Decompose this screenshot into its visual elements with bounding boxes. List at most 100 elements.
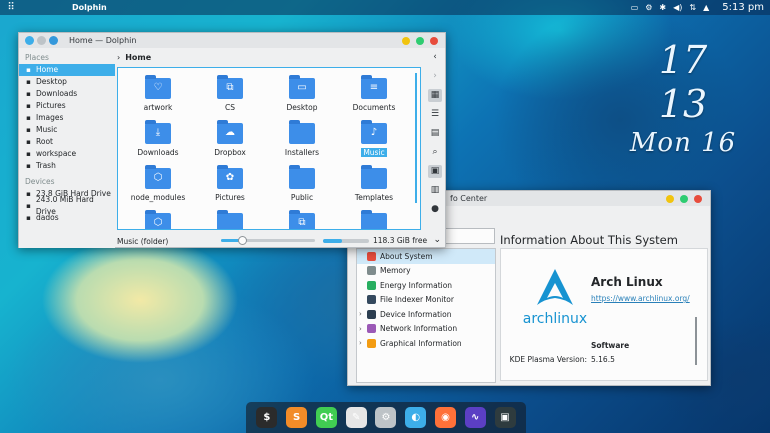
grid-icon[interactable]: ⠿ — [0, 2, 22, 13]
expand-arrow-icon[interactable]: › — [359, 339, 367, 347]
maximize-button[interactable] — [416, 37, 424, 45]
folder-item[interactable]: ⬡ node_modules — [123, 165, 193, 202]
panel-toggle-icon[interactable]: ▥ — [428, 184, 442, 197]
logo-text: archlinux — [523, 311, 587, 327]
inkscape-icon[interactable]: ✎ — [345, 407, 367, 428]
module-label: About System — [380, 251, 433, 261]
folder-item[interactable]: Public — [267, 165, 337, 202]
places-item[interactable]: ▪ Desktop — [19, 76, 115, 88]
folder-item[interactable]: Installers — [267, 120, 337, 157]
close-button[interactable] — [430, 37, 438, 45]
bluetooth-icon[interactable]: ✱ — [659, 3, 666, 12]
folder-emblem: ▭ — [297, 82, 307, 93]
network-icon[interactable]: ⇅ — [689, 3, 696, 12]
chevron-right-icon: › — [117, 53, 121, 62]
file-view-scrollbar[interactable] — [415, 73, 417, 203]
back-icon[interactable]: ‹ — [428, 51, 442, 64]
module-item[interactable]: Memory — [357, 264, 495, 279]
zoom-slider[interactable] — [221, 236, 315, 245]
qt-creator-icon[interactable]: Qt — [315, 407, 337, 428]
folder-emblem: ⧉ — [226, 82, 234, 93]
about-system-panel: archlinux Arch Linux https://www.archlin… — [500, 248, 708, 381]
drive-icon: ▪ — [26, 214, 31, 222]
panel-clock[interactable]: 5:13 pm — [722, 2, 764, 13]
details-view-icon[interactable]: ☰ — [428, 108, 442, 121]
folder-label: Downloads — [137, 148, 179, 157]
terminal-icon[interactable]: $ — [256, 407, 278, 428]
maximize-button[interactable] — [680, 195, 688, 203]
breadcrumb[interactable]: › Home — [117, 53, 151, 62]
search-icon[interactable]: ⌕ — [428, 146, 442, 159]
view-toolbar: ‹ › ▦ ☰ ▤ ⌕ ▣ ▥ ● — [428, 51, 442, 216]
volume-icon[interactable]: ◀) — [673, 3, 682, 12]
folder-emblem: ⧉ — [298, 217, 306, 228]
split-view-icon[interactable]: ▤ — [428, 127, 442, 140]
dolphin-icon[interactable]: ◐ — [405, 407, 427, 428]
file-view[interactable]: ♡ artwork ⧉ CS ▭ Desktop ≡ Documents ⤓ Downloads ☁… — [117, 67, 421, 230]
preview-icon[interactable]: ▣ — [428, 165, 442, 178]
module-item[interactable]: Energy Information — [357, 278, 495, 293]
images-icon: ▪ — [26, 114, 31, 122]
screen-icon[interactable]: ▭ — [631, 3, 639, 12]
close-button[interactable] — [694, 195, 702, 203]
folder-item[interactable]: ✿ Pictures — [195, 165, 265, 202]
expand-arrow-icon[interactable]: › — [359, 325, 367, 333]
folder-item[interactable]: ⧉ — [267, 210, 337, 229]
module-label: Memory — [380, 266, 411, 276]
active-task-title[interactable]: Dolphin — [72, 3, 107, 12]
module-item[interactable]: File Indexer Monitor — [357, 293, 495, 308]
folder-item[interactable] — [195, 210, 265, 229]
folder-item[interactable]: ⧉ CS — [195, 75, 265, 112]
places-item-label: Root — [36, 137, 53, 146]
folder-emblem: ♡ — [153, 82, 163, 93]
system-monitor-icon[interactable]: ∿ — [464, 407, 486, 428]
module-item[interactable]: › Graphical Information — [357, 336, 495, 351]
places-item[interactable]: ▪ Root — [19, 136, 115, 148]
devices-item[interactable]: ▪ 243.0 MiB Hard Drive — [19, 195, 115, 216]
module-item[interactable]: › Device Information — [357, 307, 495, 322]
folder-item[interactable]: ♡ artwork — [123, 75, 193, 112]
folder-item[interactable] — [339, 210, 409, 229]
places-item[interactable]: ▪ Pictures — [19, 100, 115, 112]
resource-monitor-icon[interactable]: ▣ — [494, 407, 516, 428]
minimize-button[interactable] — [666, 195, 674, 203]
module-item[interactable]: › Network Information — [357, 322, 495, 337]
module-item[interactable]: About System — [357, 249, 495, 264]
places-item[interactable]: ▪ Downloads — [19, 88, 115, 100]
folder-item[interactable]: ≡ Documents — [339, 75, 409, 112]
caret-up-icon[interactable]: ▲ — [703, 3, 709, 12]
places-item[interactable]: ▪ workspace — [19, 148, 115, 160]
places-item[interactable]: ▪ Images — [19, 112, 115, 124]
folder-item[interactable]: ♪ Music — [339, 120, 409, 157]
folder-item[interactable]: ☁ Dropbox — [195, 120, 265, 157]
folder-item[interactable]: ⬡ — [123, 210, 193, 229]
settings-icon[interactable]: ⚙ — [645, 3, 652, 12]
module-list: About System Memory Energy Information File… — [356, 248, 496, 383]
chevron-down-icon[interactable]: ⌄ — [433, 235, 441, 245]
folder-emblem: ☁ — [225, 127, 235, 138]
folder-icon: ▭ — [289, 75, 315, 99]
forward-icon[interactable]: › — [428, 70, 442, 83]
info-icon[interactable]: ● — [428, 203, 442, 216]
places-item[interactable]: ▪ Trash — [19, 160, 115, 172]
dolphin-titlebar[interactable]: Home — Dolphin — [19, 33, 445, 48]
system-settings-icon[interactable]: ⚙ — [375, 407, 397, 428]
folder-item[interactable]: ▭ Desktop — [267, 75, 337, 112]
places-item[interactable]: ▪ Music — [19, 124, 115, 136]
breadcrumb-home[interactable]: Home — [125, 53, 151, 62]
pictures-icon: ▪ — [26, 102, 31, 110]
distro-url-link[interactable]: https://www.archlinux.org/ — [591, 294, 690, 303]
places-item-label: Downloads — [36, 89, 78, 98]
folder-item[interactable]: Templates — [339, 165, 409, 202]
panel-scrollbar[interactable] — [695, 317, 697, 365]
expand-arrow-icon[interactable]: › — [359, 310, 367, 318]
zoom-handle[interactable] — [237, 236, 247, 245]
sublime-text-icon[interactable]: S — [286, 407, 308, 428]
folder-item[interactable]: ⤓ Downloads — [123, 120, 193, 157]
icons-view-icon[interactable]: ▦ — [428, 89, 442, 102]
clock-minute: 13 — [658, 82, 708, 126]
firefox-icon[interactable]: ◉ — [434, 407, 456, 428]
places-item[interactable]: ▪ Home — [19, 64, 115, 76]
minimize-button[interactable] — [402, 37, 410, 45]
drive-icon: ▪ — [26, 190, 31, 198]
